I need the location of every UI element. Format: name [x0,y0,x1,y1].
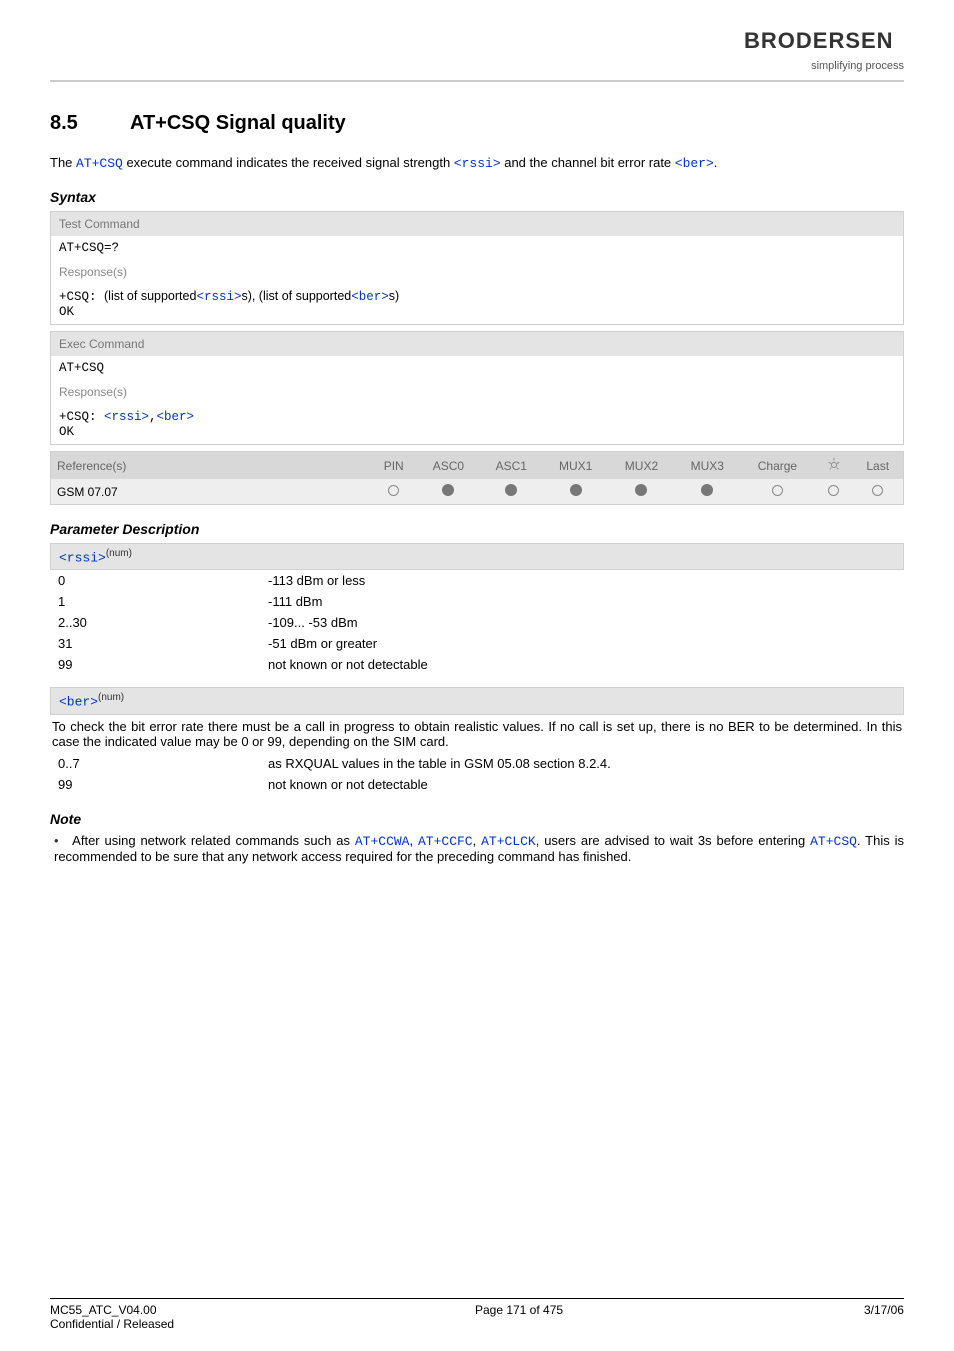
ref-header-cell: ASC0 [417,452,480,480]
ref-header-cell: PIN [371,452,417,480]
param-link-rssi[interactable]: <rssi> [196,290,241,304]
param-key: 99 [58,777,268,792]
param-row: 99not known or not detectable [50,774,904,795]
footer-right: 3/17/06 [864,1303,904,1331]
dot-fill-icon [505,484,517,496]
dot-fill-icon [570,484,582,496]
exec-command-label: Exec Command [51,332,903,356]
section-title: 8.5AT+CSQ Signal quality [50,112,904,135]
param-value: -51 dBm or greater [268,636,377,651]
param-key: 2..30 [58,615,268,630]
page-footer: MC55_ATC_V04.00 Confidential / Released … [50,1298,904,1331]
ref-cell [543,479,609,505]
rssi-param-block: <rssi>(num) 0-113 dBm or less1-111 dBm2.… [50,543,904,675]
exec-command-block: Exec Command AT+CSQ Response(s) +CSQ: <r… [50,331,904,445]
param-value: not known or not detectable [268,777,428,792]
syntax-heading: Syntax [50,189,904,205]
ref-cell [674,479,740,505]
param-value: not known or not detectable [268,657,428,672]
footer-left: MC55_ATC_V04.00 Confidential / Released [50,1303,174,1331]
ref-header-cell: MUX2 [609,452,675,480]
param-key: 0..7 [58,756,268,771]
param-value: -111 dBm [268,594,322,609]
param-link-ber[interactable]: <ber> [351,290,389,304]
ref-cell [417,479,480,505]
dot-fill-icon [635,484,647,496]
ref-cell [740,479,815,505]
param-key: 0 [58,573,268,588]
param-row: 0-113 dBm or less [50,570,904,591]
ref-cell [852,479,903,505]
dot-open-icon [872,485,883,496]
exec-response-label: Response(s) [51,380,903,404]
dot-open-icon [828,485,839,496]
param-row: 1-111 dBm [50,591,904,612]
exec-response-body: +CSQ: <rssi>,<ber> OK [51,404,903,444]
dot-open-icon [772,485,783,496]
airplane-mode-icon [827,457,841,471]
test-response-body: +CSQ: (list of supported<rssi>s), (list … [51,284,903,324]
intro-paragraph: The AT+CSQ execute command indicates the… [50,155,904,171]
ref-header-cell: MUX3 [674,452,740,480]
ref-cell [815,479,853,505]
ref-header-cell [815,452,853,480]
section-name: AT+CSQ Signal quality [130,112,346,134]
logo-text: BRODERSEN [50,30,904,58]
ref-cell [480,479,543,505]
param-value: as RXQUAL values in the table in GSM 05.… [268,756,611,771]
cmd-link-csq[interactable]: AT+CSQ [810,834,857,849]
header-rule [50,80,904,82]
section-number: 8.5 [50,112,130,135]
cmd-link-ccwa[interactable]: AT+CCWA [355,834,410,849]
test-command-label: Test Command [51,212,903,236]
param-link-ber[interactable]: <ber> [157,410,195,424]
ref-header-cell: Last [852,452,903,480]
param-link-rssi[interactable]: <rssi> [104,410,149,424]
param-key: 1 [58,594,268,609]
param-value: -113 dBm or less [268,573,365,588]
ref-header-cell: MUX1 [543,452,609,480]
param-row: 2..30-109... -53 dBm [50,612,904,633]
note-list: After using network related commands suc… [50,833,904,864]
ber-param-block: <ber>(num) To check the bit error rate t… [50,687,904,794]
param-row: 99not known or not detectable [50,654,904,675]
ber-param-desc: To check the bit error rate there must b… [50,719,904,753]
ref-header-cell: Reference(s) [51,452,371,480]
dot-fill-icon [701,484,713,496]
ref-cell [609,479,675,505]
cmd-link-clck[interactable]: AT+CLCK [481,834,536,849]
param-row: 31-51 dBm or greater [50,633,904,654]
note-heading: Note [50,811,904,827]
footer-center: Page 171 of 475 [475,1303,563,1331]
cmd-link-ccfc[interactable]: AT+CCFC [418,834,473,849]
reference-table: Reference(s)PINASC0ASC1MUX1MUX2MUX3Charg… [50,451,904,505]
ref-row-label: GSM 07.07 [51,479,371,505]
rssi-param-header: <rssi>(num) [50,543,904,570]
test-response-label: Response(s) [51,260,903,284]
param-desc-heading: Parameter Description [50,521,904,537]
param-row: 0..7as RXQUAL values in the table in GSM… [50,753,904,774]
param-key: 31 [58,636,268,651]
header-logo-area: BRODERSEN simplifying process [50,30,904,72]
ref-header-cell: ASC1 [480,452,543,480]
param-key: 99 [58,657,268,672]
test-command-block: Test Command AT+CSQ=? Response(s) +CSQ: … [50,211,904,325]
svg-text:BRODERSEN: BRODERSEN [744,30,894,52]
ber-param-header: <ber>(num) [50,687,904,714]
ref-cell [371,479,417,505]
param-link-rssi[interactable]: <rssi> [454,156,501,171]
dot-fill-icon [442,484,454,496]
exec-command-code: AT+CSQ [51,356,903,380]
dot-open-icon [388,485,399,496]
note-item: After using network related commands suc… [54,833,904,864]
ref-header-cell: Charge [740,452,815,480]
param-link-ber[interactable]: <ber> [675,156,714,171]
cmd-link-csq[interactable]: AT+CSQ [76,156,123,171]
test-command-code: AT+CSQ=? [51,236,903,260]
logo-tagline: simplifying process [50,60,904,72]
param-value: -109... -53 dBm [268,615,358,630]
